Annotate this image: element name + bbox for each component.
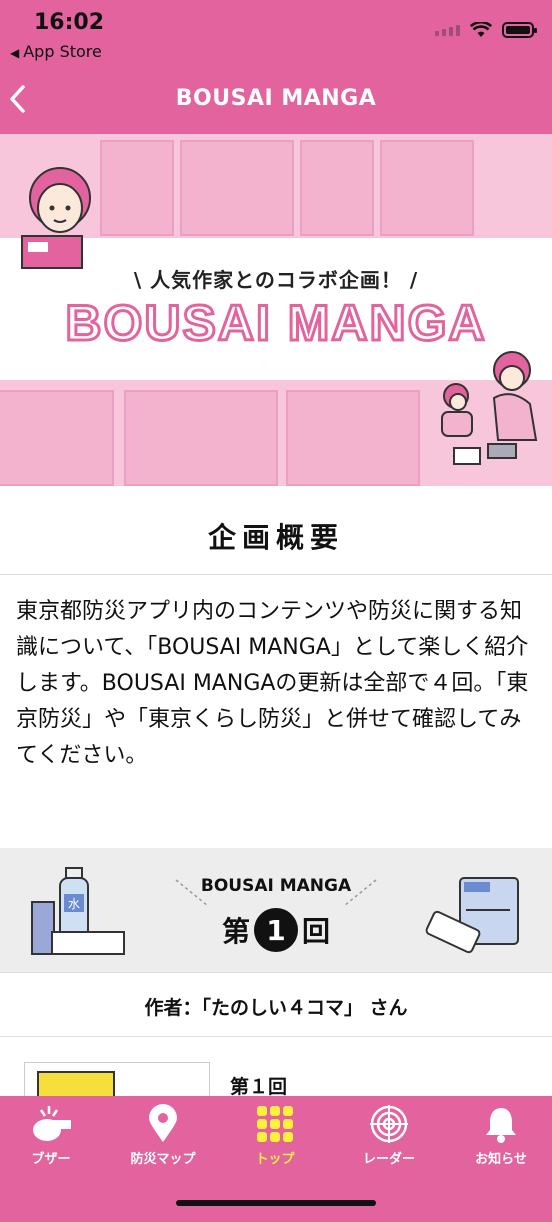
episode-caption: BOUSAI MANGA <box>200 876 352 896</box>
episode-suffix: 回 <box>302 915 331 948</box>
episode-number-circle: 1 <box>254 908 298 952</box>
episode-prefix: 第 <box>221 915 250 948</box>
whistle-icon <box>33 1106 71 1141</box>
hero-title: BOUSAI MANGA <box>64 294 487 353</box>
tab-radar[interactable]: レーダー <box>334 1104 444 1167</box>
tab-label: ブザー <box>31 1152 71 1167</box>
back-to-app-link[interactable]: ◀ App Store <box>10 42 102 61</box>
manga-panel <box>124 390 278 486</box>
tab-label: 防災マップ <box>130 1152 196 1167</box>
episode-list-item-title[interactable]: 第１回 <box>230 1072 287 1099</box>
manga-panel <box>380 140 474 236</box>
status-indicators <box>435 22 537 38</box>
manga-panel <box>0 390 114 486</box>
wifi-icon <box>470 22 492 37</box>
bell-icon <box>486 1108 516 1143</box>
radar-icon <box>370 1105 408 1143</box>
divider <box>0 972 552 973</box>
divider <box>0 574 552 575</box>
map-pin-icon <box>149 1104 177 1142</box>
manga-panel <box>286 390 420 486</box>
tab-label: レーダー <box>362 1152 415 1167</box>
back-triangle-icon: ◀ <box>10 46 20 60</box>
overview-body: 東京都防災アプリ内のコンテンツや防災に関する知識について、「BOUSAI MAN… <box>16 599 529 768</box>
grid-icon <box>257 1106 293 1142</box>
hero-banner: \ 人気作家とのコラボ企画！ / BOUSAI MANGA <box>0 134 552 486</box>
girl-reading-illustration <box>21 167 91 269</box>
overview-heading: 企画概要 <box>207 521 344 554</box>
tab-label: トップ <box>255 1152 295 1167</box>
manga-panel <box>180 140 294 236</box>
status-time: 16:02 <box>34 10 105 35</box>
back-app-label: App Store <box>23 42 102 61</box>
tab-label: お知らせ <box>475 1152 527 1167</box>
tab-disaster-map[interactable]: 防災マップ <box>108 1104 218 1167</box>
cellular-signal-icon <box>435 24 460 36</box>
page-title: BOUSAI MANGA <box>175 86 377 111</box>
episode-number: 第 1 回 <box>0 908 552 952</box>
tab-buzzer[interactable]: ブザー <box>0 1104 106 1167</box>
divider <box>0 1036 552 1037</box>
home-indicator[interactable] <box>176 1200 376 1206</box>
manga-panel <box>300 140 374 236</box>
manga-panel <box>100 140 174 236</box>
tab-notifications[interactable]: お知らせ <box>446 1104 552 1167</box>
episode-author: 作者：「たのしい４コマ」 さん <box>144 997 408 1019</box>
tab-top[interactable]: トップ <box>220 1104 330 1167</box>
battery-icon <box>502 22 537 38</box>
family-illustration <box>441 351 538 465</box>
hero-subtitle: \ 人気作家とのコラボ企画！ / <box>133 268 419 292</box>
